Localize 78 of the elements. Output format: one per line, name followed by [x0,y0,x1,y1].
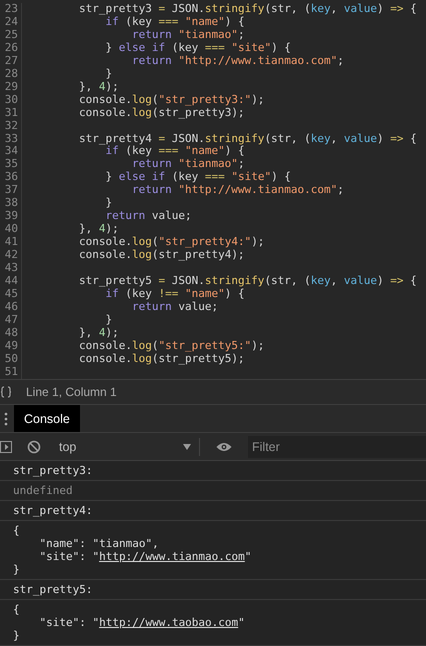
console-output: { [13,524,21,537]
code-line: } [104,314,112,327]
code-line: return value; [104,210,192,224]
console-output: } [13,628,21,642]
code-line: console.log(str_pretty5); [78,352,245,366]
braces-icon[interactable] [0,386,12,398]
code-line: str_pretty3 = JSON.stringify(str, (key, value) => { [78,3,417,16]
code-line: console.log("str_pretty3:"); [78,94,264,107]
line-number: 40 [0,223,22,236]
console-output: "site": "http://www.taobao.com" [38,616,246,629]
code-line: if (key !== "name") { [105,288,245,301]
eye-icon[interactable] [216,442,232,452]
line-number: 47 [0,314,22,327]
line-number: 27 [0,54,22,68]
clear-console-icon[interactable] [27,440,41,454]
code-line: str_pretty5 = JSON.stringify(str, (key, value) => { [78,275,417,288]
line-number: 45 [0,288,22,301]
code-line: console.log(str_pretty3); [78,106,245,120]
url-link[interactable]: http://www.taobao.com [99,616,238,629]
line-number: 23 [0,3,22,16]
line-number: 46 [0,300,22,314]
code-line: str_pretty4 = JSON.stringify(str, (key, value) => { [78,132,417,146]
filter-field[interactable]: Filter [248,436,426,458]
console-output: str_pretty4: [13,504,94,517]
code-line: } else if (key === "site") { [104,171,291,184]
line-number: 28 [0,68,22,81]
line-number: 30 [0,94,22,107]
line-number: 49 [0,340,22,353]
code-line: return value; [130,300,218,314]
url-link[interactable]: http://www.tianmao.com [99,550,245,563]
line-number: 31 [0,106,22,120]
line-number: 50 [0,352,22,366]
code-line: console.log("str_pretty4:"); [78,236,264,250]
console-value: undefined [13,484,74,497]
cursor-position: Line 1, Column 1 [26,385,117,400]
console-output: str_pretty3: [13,464,94,477]
line-number: 26 [0,42,22,55]
line-number: 34 [0,145,22,158]
line-number: 33 [0,132,22,146]
code-line: return "tianmao"; [130,28,245,42]
line-number: 41 [0,236,22,250]
code-line: return "http://www.tianmao.com"; [130,54,344,68]
code-line: if (key === "name") { [105,145,245,158]
console-output: } [13,562,21,576]
line-number: 44 [0,275,22,288]
sidebar-toggle-icon[interactable] [0,440,12,453]
line-number: 42 [0,249,22,262]
context-select[interactable]: top [59,438,200,456]
context-label: top [59,440,76,454]
caret-icon [183,444,191,450]
line-number: 37 [0,184,22,198]
line-number: 25 [0,28,22,42]
console-output: { [13,602,21,616]
console-output: "name": "tianmao", [38,536,160,550]
code-line: }, 4); [78,223,119,236]
code-line: return "tianmao"; [130,158,245,172]
code-line: console.log(str_pretty4); [78,249,245,262]
code-line: }, 4); [78,80,119,94]
line-number: 24 [0,16,22,29]
line-number: 36 [0,171,22,184]
line-number: 48 [0,326,22,340]
code-line: if (key === "name") { [105,16,245,29]
line-number: 35 [0,158,22,172]
console-output: "site": "http://www.tianmao.com" [38,550,252,563]
line-number: 38 [0,197,22,210]
code-line: console.log("str_pretty5:"); [78,340,264,353]
line-number: 43 [0,262,22,276]
code-line: } else if (key === "site") { [104,42,291,55]
line-number: 32 [0,120,22,133]
code-line: return "http://www.tianmao.com"; [130,184,344,198]
code-line: } [104,197,112,210]
code-line: } [104,68,112,81]
code-line: }, 4); [78,326,119,340]
console-output: str_pretty5: [13,582,94,596]
line-number: 29 [0,80,22,94]
line-number: 39 [0,210,22,224]
console-tab[interactable]: Console [14,405,80,432]
more-icon[interactable] [4,412,8,426]
